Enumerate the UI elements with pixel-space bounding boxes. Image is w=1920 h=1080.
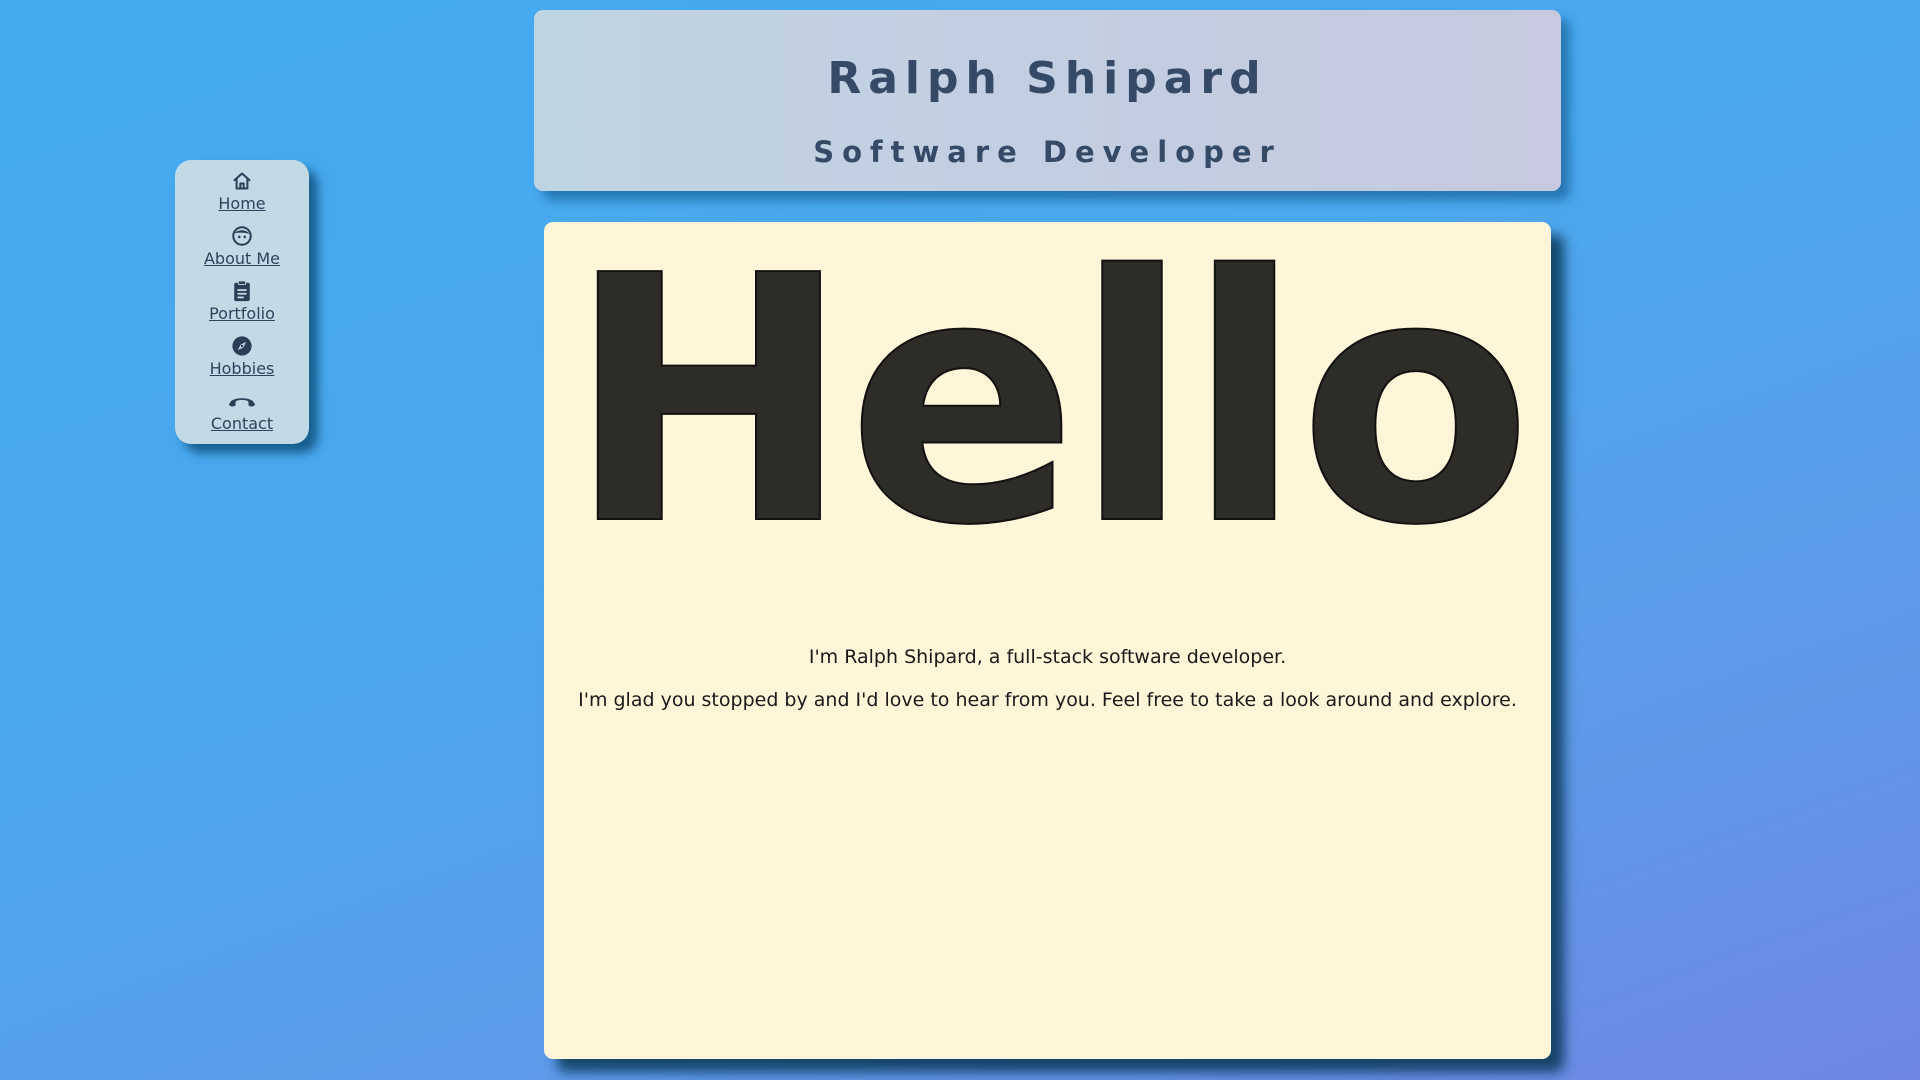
nav-item-home[interactable]: Home <box>175 169 309 224</box>
nav-label-about-me: About Me <box>203 249 281 268</box>
face-icon <box>228 224 256 248</box>
main-content-card: Hello I'm Ralph Shipard, a full-stack so… <box>544 222 1551 1059</box>
sidebar-nav: Home About Me Portfolio Hobbies Contact <box>175 160 309 444</box>
greeting-heading: Hello <box>566 204 1534 600</box>
greeting-container: Hello <box>544 204 1551 600</box>
compass-icon <box>228 334 256 358</box>
clipboard-icon <box>228 279 256 303</box>
nav-item-portfolio[interactable]: Portfolio <box>175 279 309 334</box>
nav-item-contact[interactable]: Contact <box>175 389 309 444</box>
home-icon <box>228 169 256 193</box>
phone-icon <box>228 389 256 413</box>
nav-label-hobbies: Hobbies <box>209 359 275 378</box>
header-name: Ralph Shipard <box>827 53 1268 104</box>
site-header: Ralph Shipard Software Developer <box>534 10 1561 191</box>
nav-label-home: Home <box>218 194 266 213</box>
header-subtitle: Software Developer <box>813 135 1282 169</box>
nav-item-hobbies[interactable]: Hobbies <box>175 334 309 389</box>
intro-line-2: I'm glad you stopped by and I'd love to … <box>578 689 1517 711</box>
nav-item-about-me[interactable]: About Me <box>175 224 309 279</box>
nav-label-contact: Contact <box>210 414 274 433</box>
nav-label-portfolio: Portfolio <box>209 304 275 323</box>
intro-line-1: I'm Ralph Shipard, a full-stack software… <box>808 646 1287 668</box>
